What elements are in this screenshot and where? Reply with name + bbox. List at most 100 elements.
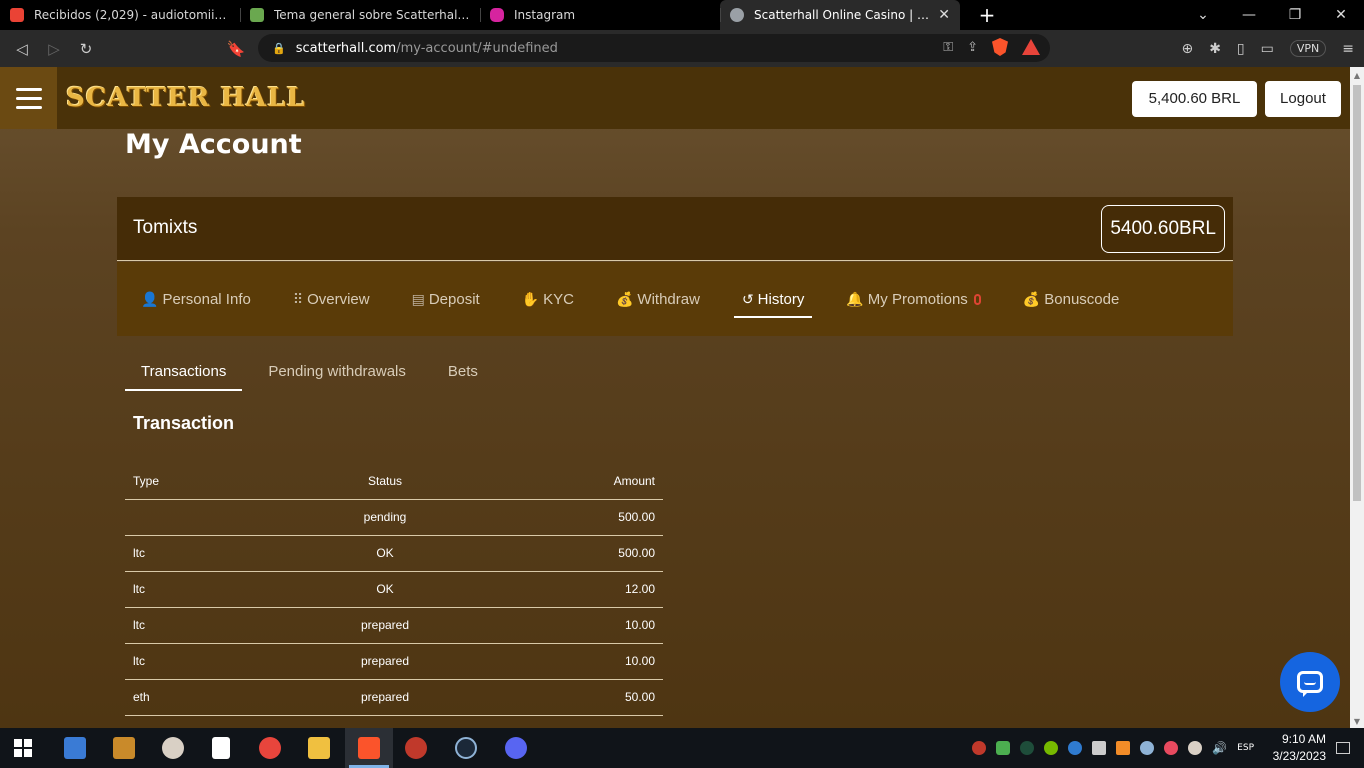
check-icon[interactable] bbox=[996, 741, 1011, 755]
brave-shields-icon[interactable] bbox=[992, 38, 1008, 56]
wallet-icon[interactable]: ▭ bbox=[1261, 41, 1274, 57]
table-row: ltc prepared 10.00 bbox=[125, 607, 663, 644]
header-balance-button[interactable]: 5,400.60 BRL bbox=[1132, 81, 1257, 117]
browser-tab-forum[interactable]: Tema general sobre Scatterhall Casino bbox=[240, 0, 480, 30]
page-title: My Account bbox=[125, 129, 302, 160]
game-tray-icon[interactable] bbox=[1188, 741, 1203, 755]
account-tabs: 👤 Personal Info ⠿ Overview ▤ Deposit ✋ KYC 💰… bbox=[117, 262, 1233, 336]
app-tray-icon[interactable] bbox=[1116, 741, 1131, 755]
tab-search-icon[interactable]: ⌄ bbox=[1180, 0, 1226, 30]
cell-amount: 10.00 bbox=[475, 607, 663, 644]
instagram-icon bbox=[490, 8, 504, 22]
extensions-icon[interactable]: ✱ bbox=[1209, 41, 1221, 57]
scrollbar-thumb[interactable] bbox=[1353, 85, 1361, 501]
browser-tab-scatterhall[interactable]: Scatterhall Online Casino | My Acc ✕ bbox=[720, 0, 960, 30]
network-icon[interactable] bbox=[1092, 741, 1107, 755]
subtab-pending-withdrawals[interactable]: Pending withdrawals bbox=[252, 357, 422, 395]
app-icon[interactable] bbox=[162, 737, 184, 759]
antivirus-icon[interactable] bbox=[972, 741, 987, 755]
tab-history[interactable]: ↺ History bbox=[733, 274, 813, 324]
game-icon[interactable] bbox=[113, 737, 135, 759]
history-icon: ↺ bbox=[741, 290, 754, 307]
back-icon[interactable]: ◁ bbox=[6, 40, 38, 58]
site-logo[interactable]: SCATTER HALL bbox=[66, 83, 306, 113]
logout-button[interactable]: Logout bbox=[1265, 81, 1341, 117]
cell-status: pending bbox=[295, 499, 475, 536]
gmail-icon bbox=[10, 8, 24, 22]
brave-browser-icon[interactable] bbox=[358, 737, 380, 759]
alarm-icon[interactable] bbox=[405, 737, 427, 759]
close-tab-icon[interactable]: ✕ bbox=[938, 7, 950, 23]
share-icon[interactable]: ⇪ bbox=[967, 40, 978, 55]
close-window-button[interactable]: ✕ bbox=[1318, 0, 1364, 30]
vpn-button[interactable]: VPN bbox=[1289, 40, 1327, 57]
cell-type: ltc bbox=[125, 607, 295, 644]
subtab-bets[interactable]: Bets bbox=[432, 357, 494, 395]
tab-deposit[interactable]: ▤ Deposit bbox=[404, 274, 488, 324]
razer-icon[interactable] bbox=[1164, 741, 1179, 755]
live-chat-button[interactable] bbox=[1280, 652, 1340, 712]
transactions-table: Type Status Amount pending 500.00 ltc OK… bbox=[125, 463, 663, 716]
bookmark-icon[interactable]: 🔖 bbox=[220, 40, 252, 58]
column-header-status: Status bbox=[295, 463, 475, 500]
tab-withdraw[interactable]: 💰 Withdraw bbox=[608, 274, 708, 324]
keyboard-icon[interactable]: ESP bbox=[1237, 743, 1254, 753]
forward-icon[interactable]: ▷ bbox=[38, 40, 70, 58]
document-icon[interactable] bbox=[212, 737, 230, 759]
cell-type: ltc bbox=[125, 571, 295, 608]
column-header-type: Type bbox=[125, 463, 295, 500]
browser-tab-instagram[interactable]: Instagram bbox=[480, 0, 720, 30]
table-header-row: Type Status Amount bbox=[125, 463, 663, 500]
notifications-icon[interactable] bbox=[1336, 742, 1350, 754]
minimize-button[interactable]: — bbox=[1226, 0, 1272, 30]
cell-type: ltc bbox=[125, 535, 295, 572]
account-balance: 5400.60BRL bbox=[1101, 205, 1225, 253]
windows-start-icon[interactable] bbox=[14, 739, 32, 757]
url-bar[interactable]: 🔒 scatterhall.com/my-account/#undefined … bbox=[258, 34, 1050, 62]
browser-tab-gmail[interactable]: Recibidos (2,029) - audiotomii@gmail. bbox=[0, 0, 240, 30]
new-tab-button[interactable]: + bbox=[974, 3, 1000, 27]
scroll-down-icon[interactable]: ▼ bbox=[1350, 717, 1364, 726]
circle-icon[interactable] bbox=[1020, 741, 1035, 755]
page-scrollbar[interactable]: ▲ ▼ bbox=[1350, 67, 1364, 728]
tab-bonuscode[interactable]: 💰 Bonuscode bbox=[1015, 274, 1128, 324]
cell-amount: 500.00 bbox=[475, 535, 663, 572]
reload-icon[interactable]: ↻ bbox=[70, 40, 102, 58]
table-row: eth prepared 50.00 bbox=[125, 679, 663, 716]
money-bag-icon: 💰 bbox=[615, 290, 634, 307]
nvidia-icon[interactable] bbox=[1044, 741, 1059, 755]
brave-rewards-icon[interactable]: 2 bbox=[1022, 39, 1040, 55]
tab-my-promotions[interactable]: 🔔 My Promotions bbox=[838, 274, 988, 324]
task-view-icon[interactable] bbox=[64, 737, 86, 759]
steam-tray-icon[interactable] bbox=[1140, 741, 1155, 755]
sidebar-icon[interactable]: ▯ bbox=[1237, 41, 1245, 57]
steam-icon[interactable] bbox=[455, 737, 477, 759]
hamburger-menu-button[interactable] bbox=[0, 67, 57, 129]
discord-icon[interactable] bbox=[505, 737, 527, 759]
key-icon[interactable]: ⚿ bbox=[943, 40, 953, 55]
restore-button[interactable]: ❐ bbox=[1272, 0, 1318, 30]
menu-icon[interactable]: ≡ bbox=[1342, 41, 1354, 57]
taskbar-clock[interactable]: 9:10 AM 3/23/2023 bbox=[1262, 731, 1326, 765]
tab-kyc[interactable]: ✋ KYC bbox=[514, 274, 582, 324]
url-actions: ⚿ ⇪ 2 bbox=[943, 38, 1040, 56]
file-explorer-icon[interactable] bbox=[308, 737, 330, 759]
chat-icon bbox=[1297, 671, 1323, 697]
tab-personal-info[interactable]: 👤 Personal Info bbox=[133, 274, 259, 324]
subtab-transactions[interactable]: Transactions bbox=[125, 357, 243, 395]
forum-icon bbox=[250, 8, 264, 22]
system-tray: 🔊 ESP 9:10 AM 3/23/2023 bbox=[972, 728, 1364, 768]
table-row: ltc OK 500.00 bbox=[125, 535, 663, 572]
volume-icon[interactable]: 🔊 bbox=[1212, 741, 1227, 755]
add-icon[interactable]: ⊕ bbox=[1181, 41, 1193, 57]
lock-icon[interactable]: 🔒 bbox=[272, 42, 286, 55]
money-bag-icon: 💰 bbox=[1022, 290, 1041, 307]
tab-overview[interactable]: ⠿ Overview bbox=[285, 274, 378, 324]
chrome-icon[interactable] bbox=[259, 737, 281, 759]
grid-icon: ⠿ bbox=[292, 290, 304, 307]
rewards-badge: 2 bbox=[1036, 39, 1040, 45]
scroll-up-icon[interactable]: ▲ bbox=[1350, 71, 1364, 80]
notification-icon[interactable] bbox=[1068, 741, 1083, 755]
browser-tab-strip: Recibidos (2,029) - audiotomii@gmail. Te… bbox=[0, 0, 1364, 30]
cell-amount: 50.00 bbox=[475, 679, 663, 716]
